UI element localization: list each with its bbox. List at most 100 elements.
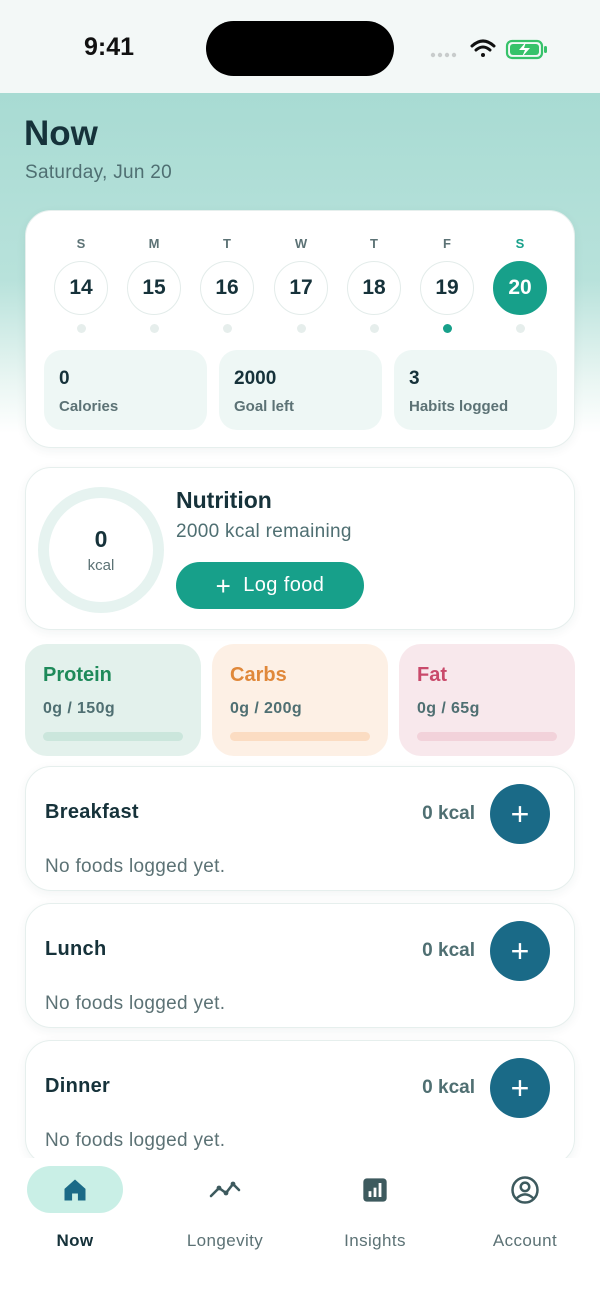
meal-kcal: 0 kcal: [422, 1077, 475, 1098]
nutrition-remaining: 2000 kcal remaining: [176, 521, 352, 542]
day-letter: T: [370, 236, 378, 251]
macro-carbs[interactable]: Carbs 0g / 200g: [212, 644, 388, 756]
tab-account[interactable]: Account: [450, 1166, 600, 1251]
day-letter: T: [223, 236, 231, 251]
trend-icon: [209, 1181, 241, 1197]
tab-label: Insights: [344, 1231, 406, 1250]
stat-label: Goal left: [234, 398, 295, 415]
meal-name: Breakfast: [45, 801, 139, 823]
plus-icon: +: [215, 570, 232, 601]
day-number: 18: [347, 261, 401, 315]
macro-protein[interactable]: Protein 0g / 150g: [25, 644, 201, 756]
day-tue[interactable]: T 16: [200, 235, 254, 333]
macro-fat[interactable]: Fat 0g / 65g: [399, 644, 575, 756]
day-number: 14: [54, 261, 108, 315]
tab-label: Longevity: [186, 1231, 264, 1250]
day-log-dot: [515, 324, 525, 333]
day-number: 20: [493, 261, 547, 315]
day-letter: S: [76, 236, 86, 251]
meal-empty-text: No foods logged yet.: [45, 1130, 226, 1151]
meal-empty-text: No foods logged yet.: [45, 856, 226, 877]
add-breakfast-button[interactable]: +: [490, 784, 550, 844]
page-date: Saturday, Jun 20: [25, 162, 173, 183]
tab-icon-pill: [477, 1166, 573, 1213]
macro-amount: 0g / 200g: [230, 700, 303, 717]
day-letter: W: [294, 236, 308, 251]
meal-card-lunch: Lunch 0 kcal + No foods logged yet.: [25, 903, 575, 1028]
stat-label: Habits logged: [409, 398, 509, 415]
battery-icon: [505, 39, 547, 60]
stat-value: 0: [59, 368, 70, 389]
chart-icon: [363, 1177, 387, 1202]
log-food-label: Log food: [243, 574, 325, 596]
add-lunch-button[interactable]: +: [490, 921, 550, 981]
meal-card-dinner: Dinner 0 kcal + No foods logged yet.: [25, 1040, 575, 1165]
day-log-dot: [76, 324, 86, 333]
tab-label: Account: [492, 1231, 558, 1250]
stat-value: 2000: [234, 368, 277, 389]
day-letter: S: [515, 236, 525, 251]
tab-icon-pill: [27, 1166, 123, 1213]
plus-icon: +: [510, 795, 530, 832]
meal-empty-text: No foods logged yet.: [45, 993, 226, 1014]
tab-longevity[interactable]: Longevity: [150, 1166, 300, 1251]
page-title: Now: [24, 114, 98, 153]
day-log-dot: [222, 324, 232, 333]
stat-goal-left: 2000 Goal left: [219, 350, 382, 430]
week-card: S 14 M 15 T 16 W 17 T 18 F 19 S 20 0 Cal…: [25, 210, 575, 448]
day-fri[interactable]: F 19: [420, 235, 474, 333]
home-icon: [64, 1179, 86, 1200]
day-log-dot: [442, 324, 452, 333]
stat-calories: 0 Calories: [44, 350, 207, 430]
day-sun[interactable]: S 14: [54, 235, 108, 333]
macro-amount: 0g / 150g: [43, 700, 116, 717]
calorie-ring-value: 0: [94, 526, 108, 552]
account-icon: [511, 1175, 539, 1204]
calorie-ring-unit: kcal: [87, 557, 115, 574]
day-thu[interactable]: T 18: [347, 235, 401, 333]
day-wed[interactable]: W 17: [274, 235, 328, 333]
meal-name: Lunch: [45, 938, 107, 960]
stat-habits: 3 Habits logged: [394, 350, 557, 430]
nutrition-card: 0 kcal Nutrition 2000 kcal remaining + L…: [25, 467, 575, 630]
macro-progress-bar: [417, 732, 557, 741]
macro-name: Carbs: [230, 664, 287, 686]
macro-name: Fat: [417, 664, 447, 686]
day-sat-selected[interactable]: S 20: [493, 235, 547, 333]
macro-amount: 0g / 65g: [417, 700, 480, 717]
wifi-icon: [470, 39, 496, 57]
status-bar: 9:41: [0, 0, 600, 93]
stat-label: Calories: [59, 398, 119, 415]
tab-insights[interactable]: Insights: [300, 1166, 450, 1251]
meal-kcal: 0 kcal: [422, 940, 475, 961]
day-number: 17: [274, 261, 328, 315]
macro-name: Protein: [43, 664, 112, 686]
day-letter: F: [443, 236, 451, 251]
meal-card-breakfast: Breakfast 0 kcal + No foods logged yet.: [25, 766, 575, 891]
day-log-dot: [296, 324, 306, 333]
plus-icon: +: [510, 932, 530, 969]
meal-kcal: 0 kcal: [422, 803, 475, 824]
dynamic-island: [206, 21, 394, 76]
stat-value: 3: [409, 368, 420, 389]
tab-icon-pill: [177, 1166, 273, 1213]
macro-progress-bar: [43, 732, 183, 741]
day-number: 19: [420, 261, 474, 315]
day-number: 16: [200, 261, 254, 315]
day-mon[interactable]: M 15: [127, 235, 181, 333]
tab-label: Now: [56, 1231, 94, 1250]
macro-progress-bar: [230, 732, 370, 741]
plus-icon: +: [510, 1069, 530, 1106]
tab-bar: Now Longevity Insights Account: [0, 1158, 600, 1299]
status-icons: [430, 39, 547, 60]
tab-now[interactable]: Now: [0, 1166, 150, 1251]
signal-icon: [430, 52, 457, 58]
add-dinner-button[interactable]: +: [490, 1058, 550, 1118]
day-log-dot: [369, 324, 379, 333]
day-letter: M: [148, 236, 160, 251]
day-number: 15: [127, 261, 181, 315]
meal-name: Dinner: [45, 1075, 111, 1097]
nutrition-title: Nutrition: [176, 487, 272, 513]
log-food-button[interactable]: + Log food: [176, 562, 364, 609]
day-log-dot: [149, 324, 159, 333]
